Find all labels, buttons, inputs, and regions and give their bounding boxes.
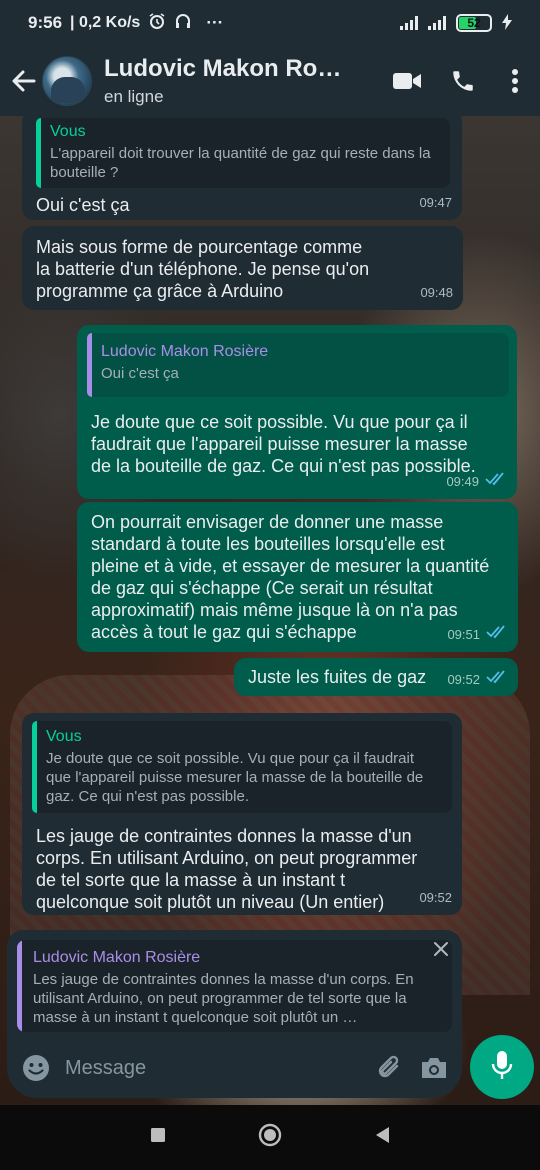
quoted-message[interactable]: Ludovic Makon Rosière Oui c'est ça <box>87 333 509 397</box>
contact-info[interactable]: Ludovic Makon Rosière en ligne <box>104 55 366 107</box>
avatar[interactable] <box>42 56 92 106</box>
reply-sender: Ludovic Makon Rosière <box>33 949 201 966</box>
message-time: 09:52 <box>419 890 452 905</box>
nav-recent-icon[interactable] <box>149 1126 167 1149</box>
close-icon[interactable] <box>430 938 452 960</box>
message-bubble[interactable]: Vous Je doute que ce soit possible. Vu q… <box>22 713 462 915</box>
reply-preview: Ludovic Makon Rosière Les jauge de contr… <box>7 930 462 1038</box>
battery-level: 52 <box>467 16 481 30</box>
message-meta: 09:49 <box>446 471 507 493</box>
read-ticks-icon <box>485 471 507 493</box>
reply-text: Les jauge de contraintes donnes la masse… <box>33 971 414 1026</box>
video-call-icon[interactable] <box>392 66 422 96</box>
contact-status: en ligne <box>104 87 164 106</box>
message-bubble[interactable]: Vous L'appareil doit trouver la quantité… <box>22 110 462 220</box>
message-time: 09:51 <box>447 627 480 642</box>
message-time: 09:48 <box>420 285 453 300</box>
message-bubble[interactable]: Mais sous forme de pourcentage comme la … <box>22 226 463 310</box>
more-notifications: ··· <box>206 13 224 32</box>
battery-icon: 52 <box>456 14 492 32</box>
message-text: Mais sous forme de pourcentage comme la … <box>36 237 370 301</box>
message-meta: 09:48 <box>420 282 453 304</box>
status-time: 9:56 <box>28 13 63 32</box>
camera-icon[interactable] <box>418 1052 450 1084</box>
back-icon[interactable] <box>10 67 38 95</box>
read-ticks-icon <box>486 624 508 646</box>
message-bubble[interactable]: Juste les fuites de gaz 09:52 <box>234 658 518 696</box>
charging-icon <box>502 13 512 33</box>
quoted-sender: Vous <box>46 728 82 745</box>
attach-icon[interactable] <box>374 1052 406 1084</box>
signal-icon <box>400 16 418 30</box>
message-input[interactable] <box>65 1056 362 1080</box>
chat-header: Ludovic Makon Rosière en ligne <box>0 46 540 116</box>
quoted-text: L'appareil doit trouver la quantité de g… <box>50 145 431 181</box>
status-bar: 9:56 | 0,2 Ko/s ··· 52 <box>0 0 540 46</box>
contact-name: Ludovic Makon Rosière <box>104 55 354 82</box>
menu-dots-icon[interactable] <box>500 66 530 96</box>
message-meta: 09:52 <box>419 887 452 909</box>
quoted-message[interactable]: Vous Je doute que ce soit possible. Vu q… <box>32 721 452 813</box>
nav-back-icon[interactable] <box>373 1125 391 1150</box>
message-text: On pourrait envisager de donner une mass… <box>91 512 490 642</box>
message-text: Je doute que ce soit possible. Vu que po… <box>91 412 476 476</box>
mic-button[interactable] <box>470 1035 534 1099</box>
alarm-icon <box>148 12 166 35</box>
message-time: 09:47 <box>419 195 452 210</box>
message-list[interactable]: Vous L'appareil doit trouver la quantité… <box>0 110 540 928</box>
message-time: 09:49 <box>446 474 479 489</box>
message-text: Les jauge de contraintes donnes la masse… <box>36 826 418 912</box>
quoted-message[interactable]: Vous L'appareil doit trouver la quantité… <box>36 118 450 188</box>
quoted-sender: Ludovic Makon Rosière <box>101 343 269 360</box>
mic-icon <box>490 1049 514 1086</box>
signal-hd-icon <box>428 16 446 30</box>
message-bubble[interactable]: On pourrait envisager de donner une mass… <box>77 502 518 652</box>
message-composer <box>7 1038 462 1098</box>
quoted-text: Je doute que ce soit possible. Vu que po… <box>46 750 424 805</box>
reply-quote[interactable]: Ludovic Makon Rosière Les jauge de contr… <box>17 940 452 1032</box>
message-text: Oui c'est ça <box>36 195 130 215</box>
quoted-text: Oui c'est ça <box>101 365 179 382</box>
message-time: 09:52 <box>447 672 480 687</box>
message-meta: 09:51 <box>447 624 508 646</box>
message-meta: 09:47 <box>419 192 452 214</box>
phone-icon[interactable] <box>448 66 478 96</box>
emoji-icon[interactable] <box>21 1053 51 1083</box>
system-nav-bar <box>0 1105 540 1170</box>
message-meta: 09:52 <box>447 669 508 691</box>
read-ticks-icon <box>486 669 508 691</box>
headset-icon <box>174 12 192 35</box>
status-speed: | 0,2 Ko/s <box>70 14 141 31</box>
quoted-sender: Vous <box>50 123 86 140</box>
nav-home-icon[interactable] <box>257 1122 283 1153</box>
message-bubble[interactable]: Ludovic Makon Rosière Oui c'est ça Je do… <box>77 325 517 499</box>
